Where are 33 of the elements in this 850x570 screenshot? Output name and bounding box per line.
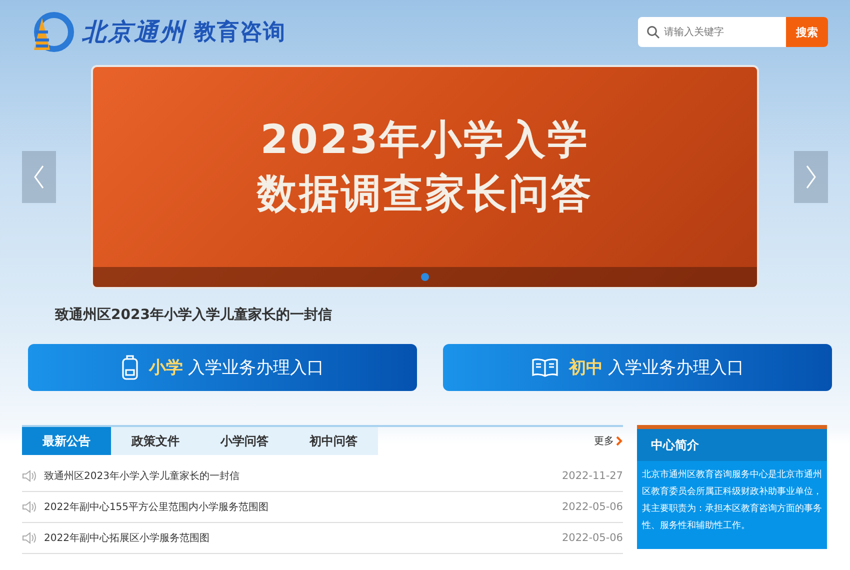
news-title-link[interactable]: 2022年副中心155平方公里范围内小学服务范围图 xyxy=(44,502,269,513)
search-icon xyxy=(646,25,660,39)
entry-button[interactable]: 初中 入学业务办理入口 xyxy=(443,344,832,391)
chevron-left-icon xyxy=(33,164,45,190)
open-book-icon xyxy=(530,356,559,378)
news-date: 2022-11-27 xyxy=(562,470,623,482)
backpack-icon xyxy=(120,354,139,380)
speaker-icon xyxy=(22,501,38,513)
entry-button[interactable]: 小学 入学业务办理入口 xyxy=(28,344,417,391)
news-title-link[interactable]: 2022年副中心拓展区小学服务范围图 xyxy=(44,533,210,544)
slide-dot[interactable] xyxy=(421,273,429,281)
speaker-icon xyxy=(22,532,38,544)
news-title-link[interactable]: 致通州区2023年小学入学儿童家长的一封信 xyxy=(44,471,240,482)
banner-title: 2023年小学入学 xyxy=(260,116,590,164)
news-date: 2022-05-06 xyxy=(562,532,623,544)
news-date: 2022-05-06 xyxy=(562,501,623,513)
news-tab[interactable]: 初中问答 xyxy=(289,427,378,455)
chevron-right-icon xyxy=(805,164,817,190)
intro-title: 中心简介 xyxy=(651,438,699,452)
news-tab[interactable]: 小学问答 xyxy=(200,427,289,455)
previous-slide-button[interactable] xyxy=(22,151,56,203)
logo-subtext: 教育咨询 xyxy=(194,18,286,47)
chevron-right-icon xyxy=(616,436,623,446)
banner-slide[interactable]: 2023年小学入学 数据调查家长问答 xyxy=(91,65,759,289)
intro-text: 北京市通州区教育咨询服务中心是北京市通州区教育委员会所属正科级财政补助事业单位，其主要职责为：承担本区教育咨询方面的事务性、服务性和辅助性工作。 xyxy=(642,470,822,531)
next-slide-button[interactable] xyxy=(794,151,828,203)
news-tab[interactable]: 政策文件 xyxy=(111,427,200,455)
more-link[interactable]: 更多 xyxy=(594,434,614,448)
news-tab[interactable]: 最新公告 xyxy=(22,427,111,455)
banner-title: 数据调查家长问答 xyxy=(257,170,593,218)
logo-text: 北京通州 xyxy=(82,16,186,48)
speaker-icon xyxy=(22,470,38,482)
banner-caption[interactable]: 致通州区2023年小学入学儿童家长的一封信 xyxy=(55,307,332,323)
